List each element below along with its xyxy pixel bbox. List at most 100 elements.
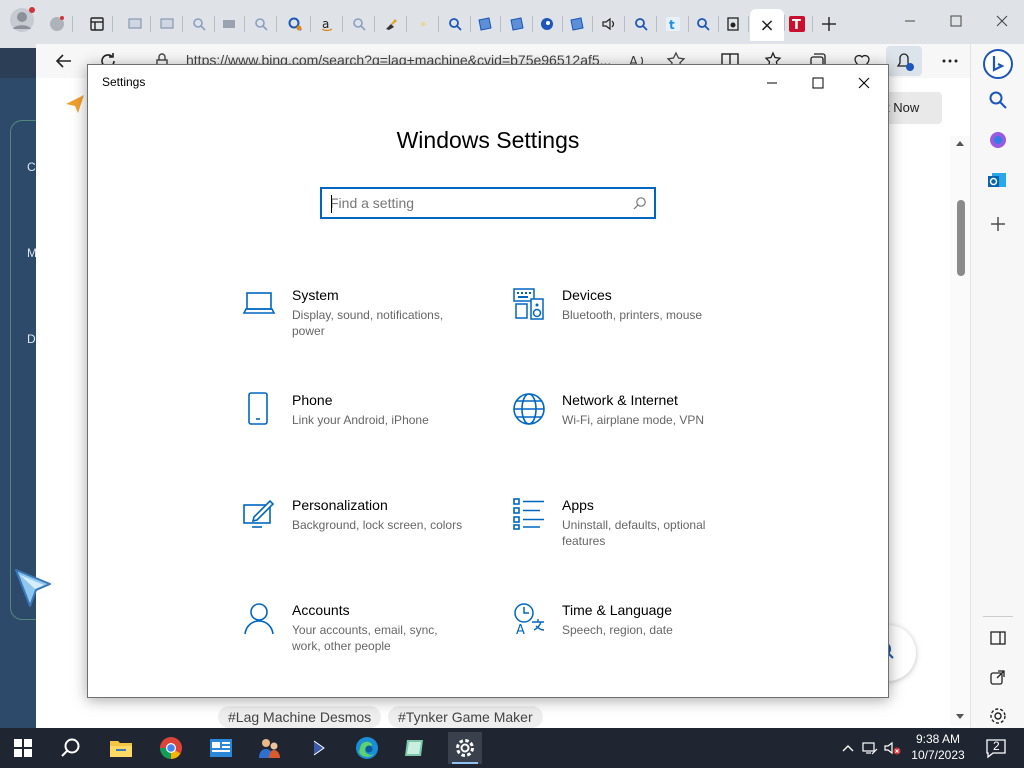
tab-search-icon[interactable] <box>344 10 375 38</box>
add-sidebar-icon[interactable] <box>986 212 1010 236</box>
scroll-up-icon[interactable] <box>956 140 964 146</box>
settings-search-box[interactable] <box>320 187 656 219</box>
tab-dot-icon[interactable] <box>408 10 439 38</box>
category-title: System <box>292 287 339 303</box>
category-network[interactable]: Network & Internet Wi-Fi, airplane mode,… <box>512 392 752 462</box>
category-devices[interactable]: Devices Bluetooth, printers, mouse <box>512 287 752 357</box>
bing-copilot-icon[interactable] <box>982 48 1014 80</box>
tab-sound-icon[interactable] <box>594 10 625 38</box>
category-system[interactable]: System Display, sound, notifications, po… <box>242 287 482 357</box>
sidebar-copilot-icon[interactable] <box>986 128 1010 152</box>
sidebar-settings-icon[interactable] <box>986 704 1010 728</box>
taskbar-clock[interactable]: 9:38 AM 10/7/2023 <box>906 731 970 763</box>
search-input[interactable] <box>330 193 620 213</box>
minimize-button[interactable] <box>760 73 784 93</box>
tab-pin-icon[interactable] <box>376 10 407 38</box>
tab-page-icon[interactable] <box>562 10 593 38</box>
app-icon[interactable] <box>398 732 432 764</box>
edge-icon[interactable] <box>350 732 384 764</box>
category-title: Personalization <box>292 497 388 513</box>
chrome-icon[interactable] <box>154 732 188 764</box>
settings-icon[interactable] <box>448 732 482 764</box>
volume-muted-icon[interactable] <box>884 740 901 756</box>
tray-chevron-icon[interactable] <box>840 740 856 756</box>
category-title: Phone <box>292 392 333 408</box>
tab-actions-icon[interactable] <box>82 10 113 38</box>
browser-close-button[interactable] <box>988 10 1016 32</box>
profile-avatar[interactable] <box>8 6 36 34</box>
category-title: Time & Language <box>562 602 672 618</box>
list-icon <box>512 497 546 531</box>
category-apps[interactable]: Apps Uninstall, defaults, optional featu… <box>512 497 752 567</box>
tab-active[interactable]: × <box>750 9 785 41</box>
maximize-button[interactable] <box>806 73 830 93</box>
tab-amazon-icon[interactable]: a <box>312 10 343 38</box>
clock-time: 9:38 AM <box>915 732 961 746</box>
tab-page-icon[interactable] <box>152 10 183 38</box>
category-accounts[interactable]: Accounts Your accounts, email, sync, wor… <box>242 602 482 672</box>
notification-bell-button[interactable] <box>886 46 922 76</box>
page-scrollbar[interactable] <box>950 136 970 726</box>
tab-t-icon[interactable]: t <box>658 10 689 38</box>
tab-page-icon[interactable] <box>502 10 533 38</box>
related-tag[interactable]: #Lag Machine Desmos <box>218 706 382 728</box>
browser-tab-strip: a t × T <box>0 0 1024 48</box>
app-icon[interactable] <box>204 732 238 764</box>
browser-minimize-button[interactable] <box>896 10 924 32</box>
tab-search-icon[interactable] <box>280 10 311 38</box>
browser-sidebar <box>970 44 1024 728</box>
tab-close-icon[interactable]: × <box>759 15 774 36</box>
outlook-icon[interactable] <box>986 168 1010 192</box>
sidebar-search-icon[interactable] <box>986 88 1010 112</box>
category-description: Uninstall, defaults, optional features <box>562 518 706 548</box>
taskbar-search-icon[interactable] <box>54 732 88 764</box>
tab-search-icon[interactable] <box>184 10 215 38</box>
new-tab-button[interactable] <box>818 12 840 36</box>
settings-window: Settings Windows Settings System Display… <box>87 64 889 698</box>
phone-icon <box>242 392 276 426</box>
category-phone[interactable]: Phone Link your Android, iPhone <box>242 392 482 462</box>
scroll-thumb[interactable] <box>957 200 965 276</box>
tab-page-icon[interactable] <box>470 10 501 38</box>
category-personalization[interactable]: Personalization Background, lock screen,… <box>242 497 482 567</box>
browser-maximize-button[interactable] <box>942 10 970 32</box>
category-description: Display, sound, notifications, power <box>292 308 444 338</box>
sidebar-panel-icon[interactable] <box>986 626 1010 650</box>
category-title: Devices <box>562 287 612 303</box>
open-external-icon[interactable] <box>986 666 1010 690</box>
category-description: Background, lock screen, colors <box>292 518 463 532</box>
tab-search-icon[interactable] <box>246 10 277 38</box>
file-explorer-icon[interactable] <box>104 732 138 764</box>
svg-text:T: T <box>792 18 801 33</box>
category-time-language[interactable]: A Time & Language Speech, region, date <box>512 602 752 672</box>
text-caret <box>331 195 332 213</box>
network-icon[interactable] <box>862 740 878 756</box>
people-icon[interactable] <box>252 732 286 764</box>
svg-text:A: A <box>516 623 525 636</box>
laptop-icon <box>242 287 276 321</box>
category-description: Wi-Fi, airplane mode, VPN <box>562 413 705 427</box>
tab-t-red-icon[interactable]: T <box>782 10 813 38</box>
notification-center-button[interactable]: 2 <box>984 736 1008 760</box>
promo-icon <box>62 90 88 116</box>
tab-page-icon[interactable] <box>214 10 245 38</box>
start-icon[interactable] <box>6 732 40 764</box>
window-title: Settings <box>102 75 146 89</box>
search-icon[interactable] <box>632 195 648 211</box>
tab-page-icon[interactable] <box>718 10 749 38</box>
page-title: Windows Settings <box>396 127 580 153</box>
tab-profile-icon[interactable] <box>42 10 73 38</box>
terminal-icon[interactable] <box>302 732 336 764</box>
desktop-cursor-icon <box>12 566 56 612</box>
close-button[interactable] <box>852 73 876 93</box>
sidebar-divider <box>983 616 1013 617</box>
back-button[interactable] <box>52 49 76 73</box>
tab-page-icon[interactable] <box>120 10 151 38</box>
more-options-icon[interactable] <box>938 49 962 73</box>
scroll-down-icon[interactable] <box>956 714 964 720</box>
tab-edge-icon[interactable] <box>532 10 563 38</box>
tab-search-icon[interactable] <box>688 10 719 38</box>
tab-search-icon[interactable] <box>440 10 471 38</box>
tab-search-icon[interactable] <box>626 10 657 38</box>
related-tag[interactable]: #Tynker Game Maker <box>388 706 543 728</box>
